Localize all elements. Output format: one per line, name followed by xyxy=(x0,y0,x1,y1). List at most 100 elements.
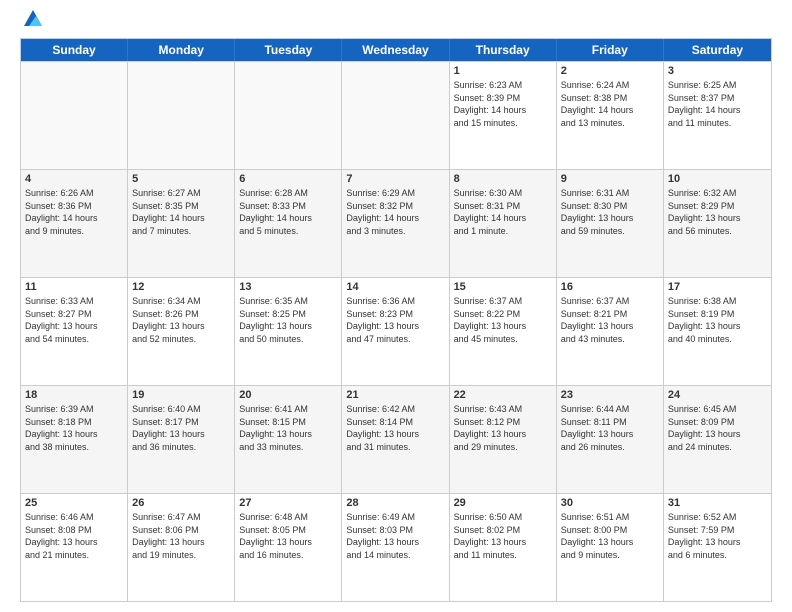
day-number: 5 xyxy=(132,173,230,185)
calendar-cell: 23Sunrise: 6:44 AM Sunset: 8:11 PM Dayli… xyxy=(557,386,664,493)
day-number: 28 xyxy=(346,497,444,509)
calendar-cell: 18 Sunrise: 6:39 AM Sunset: 8:18 PM Dayli… xyxy=(21,386,128,493)
cell-info: Sunrise: 6:43 AM Sunset: 8:12 PM Dayligh… xyxy=(454,403,552,453)
calendar-cell: 11 Sunrise: 6:33 AM Sunset: 8:27 PM Dayli… xyxy=(21,278,128,385)
day-number: 22 xyxy=(454,389,552,401)
day-number: 26 xyxy=(132,497,230,509)
calendar-cell: 25 Sunrise: 6:46 AM Sunset: 8:08 PM Dayli… xyxy=(21,494,128,601)
calendar-row-4: 18 Sunrise: 6:39 AM Sunset: 8:18 PM Dayli… xyxy=(21,385,771,493)
calendar-cell: 31Sunrise: 6:52 AM Sunset: 7:59 PM Dayli… xyxy=(664,494,771,601)
calendar-body: 1 Sunrise: 6:23 AM Sunset: 8:39 PM Daylig… xyxy=(21,61,771,601)
cell-info: Sunrise: 6:30 AM Sunset: 8:31 PM Dayligh… xyxy=(454,187,552,237)
day-number: 21 xyxy=(346,389,444,401)
day-number: 18 xyxy=(25,389,123,401)
cell-info: Sunrise: 6:49 AM Sunset: 8:03 PM Dayligh… xyxy=(346,511,444,561)
calendar: SundayMondayTuesdayWednesdayThursdayFrid… xyxy=(20,38,772,602)
calendar-cell: 5 Sunrise: 6:27 AM Sunset: 8:35 PM Daylig… xyxy=(128,170,235,277)
calendar-cell: 27Sunrise: 6:48 AM Sunset: 8:05 PM Dayli… xyxy=(235,494,342,601)
calendar-cell: 21 Sunrise: 6:42 AM Sunset: 8:14 PM Dayli… xyxy=(342,386,449,493)
calendar-cell: 2Sunrise: 6:24 AM Sunset: 8:38 PM Daylig… xyxy=(557,62,664,169)
weekday-header-saturday: Saturday xyxy=(664,39,771,61)
calendar-cell: 13 Sunrise: 6:35 AM Sunset: 8:25 PM Dayli… xyxy=(235,278,342,385)
weekday-header-thursday: Thursday xyxy=(450,39,557,61)
calendar-cell: 26 Sunrise: 6:47 AM Sunset: 8:06 PM Dayli… xyxy=(128,494,235,601)
day-number: 8 xyxy=(454,173,552,185)
calendar-cell xyxy=(21,62,128,169)
day-number: 9 xyxy=(561,173,659,185)
calendar-cell: 8 Sunrise: 6:30 AM Sunset: 8:31 PM Daylig… xyxy=(450,170,557,277)
cell-info: Sunrise: 6:44 AM Sunset: 8:11 PM Dayligh… xyxy=(561,403,659,453)
cell-info: Sunrise: 6:36 AM Sunset: 8:23 PM Dayligh… xyxy=(346,295,444,345)
weekday-header-tuesday: Tuesday xyxy=(235,39,342,61)
cell-info: Sunrise: 6:41 AM Sunset: 8:15 PM Dayligh… xyxy=(239,403,337,453)
calendar-cell: 22 Sunrise: 6:43 AM Sunset: 8:12 PM Dayli… xyxy=(450,386,557,493)
cell-info: Sunrise: 6:37 AM Sunset: 8:22 PM Dayligh… xyxy=(454,295,552,345)
day-number: 4 xyxy=(25,173,123,185)
day-number: 19 xyxy=(132,389,230,401)
weekday-header-friday: Friday xyxy=(557,39,664,61)
day-number: 7 xyxy=(346,173,444,185)
day-number: 6 xyxy=(239,173,337,185)
logo-icon xyxy=(22,8,44,30)
cell-info: Sunrise: 6:42 AM Sunset: 8:14 PM Dayligh… xyxy=(346,403,444,453)
day-number: 10 xyxy=(668,173,767,185)
cell-info: Sunrise: 6:35 AM Sunset: 8:25 PM Dayligh… xyxy=(239,295,337,345)
calendar-cell: 16 Sunrise: 6:37 AM Sunset: 8:21 PM Dayli… xyxy=(557,278,664,385)
day-number: 13 xyxy=(239,281,337,293)
day-number: 16 xyxy=(561,281,659,293)
day-number: 29 xyxy=(454,497,552,509)
day-number: 1 xyxy=(454,65,552,77)
calendar-cell: 20Sunrise: 6:41 AM Sunset: 8:15 PM Dayli… xyxy=(235,386,342,493)
cell-info: Sunrise: 6:37 AM Sunset: 8:21 PM Dayligh… xyxy=(561,295,659,345)
calendar-cell: 15 Sunrise: 6:37 AM Sunset: 8:22 PM Dayli… xyxy=(450,278,557,385)
calendar-cell: 1 Sunrise: 6:23 AM Sunset: 8:39 PM Daylig… xyxy=(450,62,557,169)
cell-info: Sunrise: 6:39 AM Sunset: 8:18 PM Dayligh… xyxy=(25,403,123,453)
calendar-cell xyxy=(128,62,235,169)
weekday-header-wednesday: Wednesday xyxy=(342,39,449,61)
calendar-cell xyxy=(342,62,449,169)
day-number: 25 xyxy=(25,497,123,509)
day-number: 11 xyxy=(25,281,123,293)
cell-info: Sunrise: 6:24 AM Sunset: 8:38 PM Dayligh… xyxy=(561,79,659,129)
logo xyxy=(20,16,44,30)
cell-info: Sunrise: 6:28 AM Sunset: 8:33 PM Dayligh… xyxy=(239,187,337,237)
calendar-row-3: 11 Sunrise: 6:33 AM Sunset: 8:27 PM Dayli… xyxy=(21,277,771,385)
cell-info: Sunrise: 6:25 AM Sunset: 8:37 PM Dayligh… xyxy=(668,79,767,129)
cell-info: Sunrise: 6:47 AM Sunset: 8:06 PM Dayligh… xyxy=(132,511,230,561)
calendar-cell: 19 Sunrise: 6:40 AM Sunset: 8:17 PM Dayli… xyxy=(128,386,235,493)
calendar-cell: 9 Sunrise: 6:31 AM Sunset: 8:30 PM Daylig… xyxy=(557,170,664,277)
day-number: 14 xyxy=(346,281,444,293)
cell-info: Sunrise: 6:33 AM Sunset: 8:27 PM Dayligh… xyxy=(25,295,123,345)
calendar-cell: 30Sunrise: 6:51 AM Sunset: 8:00 PM Dayli… xyxy=(557,494,664,601)
day-number: 31 xyxy=(668,497,767,509)
day-number: 27 xyxy=(239,497,337,509)
calendar-row-1: 1 Sunrise: 6:23 AM Sunset: 8:39 PM Daylig… xyxy=(21,61,771,169)
day-number: 3 xyxy=(668,65,767,77)
cell-info: Sunrise: 6:50 AM Sunset: 8:02 PM Dayligh… xyxy=(454,511,552,561)
calendar-cell xyxy=(235,62,342,169)
calendar-cell: 29 Sunrise: 6:50 AM Sunset: 8:02 PM Dayli… xyxy=(450,494,557,601)
calendar-cell: 4Sunrise: 6:26 AM Sunset: 8:36 PM Daylig… xyxy=(21,170,128,277)
day-number: 30 xyxy=(561,497,659,509)
calendar-cell: 28 Sunrise: 6:49 AM Sunset: 8:03 PM Dayli… xyxy=(342,494,449,601)
calendar-cell: 10 Sunrise: 6:32 AM Sunset: 8:29 PM Dayli… xyxy=(664,170,771,277)
cell-info: Sunrise: 6:31 AM Sunset: 8:30 PM Dayligh… xyxy=(561,187,659,237)
calendar-cell: 14 Sunrise: 6:36 AM Sunset: 8:23 PM Dayli… xyxy=(342,278,449,385)
cell-info: Sunrise: 6:27 AM Sunset: 8:35 PM Dayligh… xyxy=(132,187,230,237)
cell-info: Sunrise: 6:23 AM Sunset: 8:39 PM Dayligh… xyxy=(454,79,552,129)
cell-info: Sunrise: 6:46 AM Sunset: 8:08 PM Dayligh… xyxy=(25,511,123,561)
calendar-cell: 24Sunrise: 6:45 AM Sunset: 8:09 PM Dayli… xyxy=(664,386,771,493)
day-number: 15 xyxy=(454,281,552,293)
cell-info: Sunrise: 6:32 AM Sunset: 8:29 PM Dayligh… xyxy=(668,187,767,237)
calendar-cell: 12 Sunrise: 6:34 AM Sunset: 8:26 PM Dayli… xyxy=(128,278,235,385)
day-number: 17 xyxy=(668,281,767,293)
calendar-cell: 6 Sunrise: 6:28 AM Sunset: 8:33 PM Daylig… xyxy=(235,170,342,277)
calendar-cell: 3 Sunrise: 6:25 AM Sunset: 8:37 PM Daylig… xyxy=(664,62,771,169)
cell-info: Sunrise: 6:34 AM Sunset: 8:26 PM Dayligh… xyxy=(132,295,230,345)
day-number: 12 xyxy=(132,281,230,293)
calendar-header: SundayMondayTuesdayWednesdayThursdayFrid… xyxy=(21,39,771,61)
weekday-header-monday: Monday xyxy=(128,39,235,61)
weekday-header-sunday: Sunday xyxy=(21,39,128,61)
day-number: 24 xyxy=(668,389,767,401)
cell-info: Sunrise: 6:40 AM Sunset: 8:17 PM Dayligh… xyxy=(132,403,230,453)
